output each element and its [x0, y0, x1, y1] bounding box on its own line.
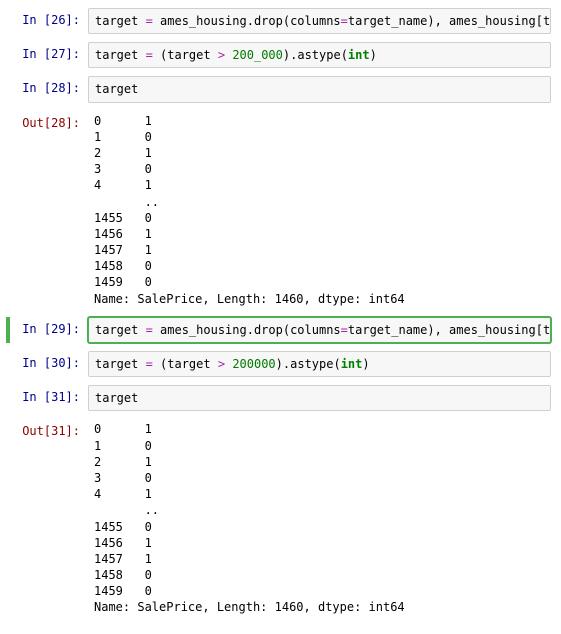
in-prompt: In [30]:: [10, 351, 88, 371]
in-prompt: In [29]:: [10, 317, 88, 337]
output-cell: Out[31]:0 1 1 0 2 1 3 0 4 1 .. 1455 0 14…: [10, 419, 551, 617]
input-cell: In [28]:target: [10, 76, 551, 102]
input-cell: In [29]:target = ames_housing.drop(colum…: [6, 317, 551, 343]
output-text: 0 1 1 0 2 1 3 0 4 1 .. 1455 0 1456 1 145…: [88, 111, 551, 309]
code-input[interactable]: target = (target > 200_000).astype(int): [88, 42, 551, 68]
code-input[interactable]: target = ames_housing.drop(columns=targe…: [88, 8, 551, 34]
input-cell: In [30]:target = (target > 200000).astyp…: [10, 351, 551, 377]
code-input[interactable]: target = ames_housing.drop(columns=targe…: [88, 317, 551, 343]
out-prompt: Out[28]:: [10, 111, 88, 131]
output-cell: Out[28]:0 1 1 0 2 1 3 0 4 1 .. 1455 0 14…: [10, 111, 551, 309]
in-prompt: In [27]:: [10, 42, 88, 62]
in-prompt: In [31]:: [10, 385, 88, 405]
code-input[interactable]: target = (target > 200000).astype(int): [88, 351, 551, 377]
input-cell: In [26]:target = ames_housing.drop(colum…: [10, 8, 551, 34]
notebook-container: In [26]:target = ames_housing.drop(colum…: [10, 8, 551, 618]
output-text: 0 1 1 0 2 1 3 0 4 1 .. 1455 0 1456 1 145…: [88, 419, 551, 617]
code-input[interactable]: target: [88, 76, 551, 102]
out-prompt: Out[31]:: [10, 419, 88, 439]
in-prompt: In [28]:: [10, 76, 88, 96]
input-cell: In [27]:target = (target > 200_000).asty…: [10, 42, 551, 68]
in-prompt: In [26]:: [10, 8, 88, 28]
code-input[interactable]: target: [88, 385, 551, 411]
input-cell: In [31]:target: [10, 385, 551, 411]
